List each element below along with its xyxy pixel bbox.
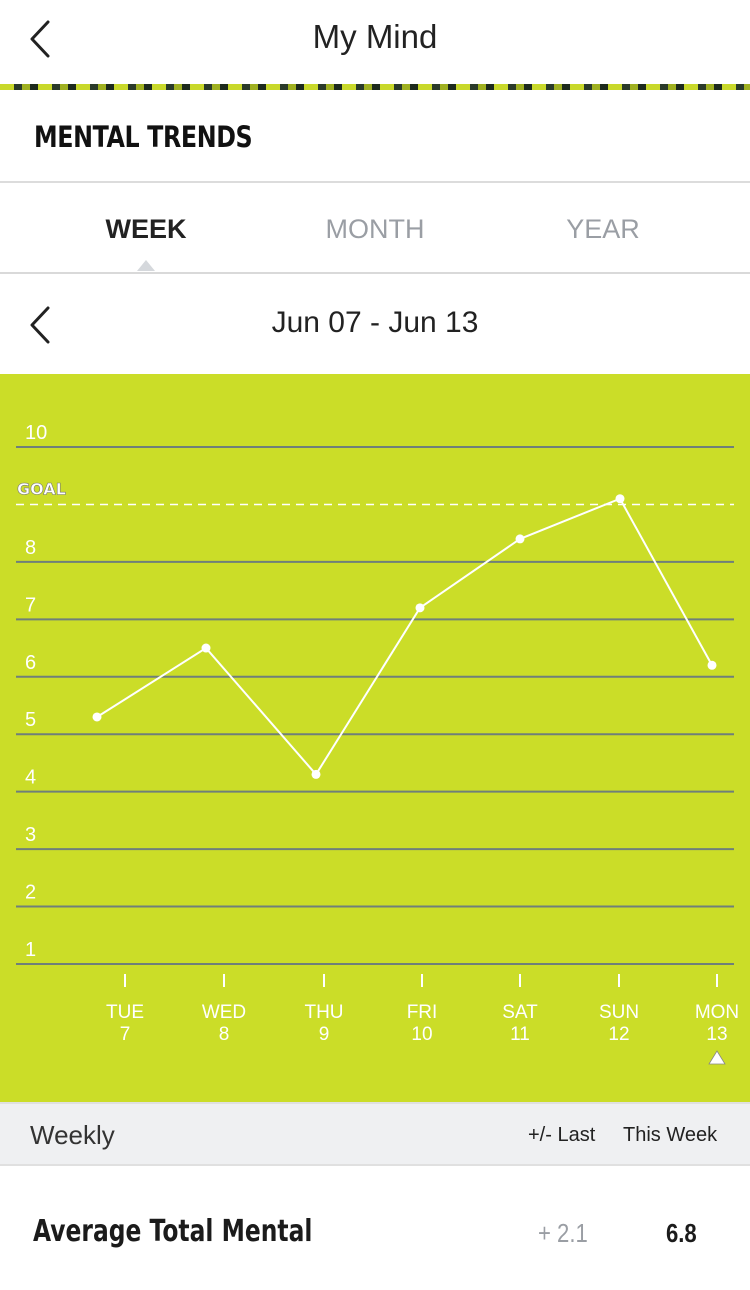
y-tick-label: 4 <box>25 767 36 789</box>
date-range-label: Jun 07 - Jun 13 <box>271 306 479 339</box>
x-tick-label-day[interactable]: MON <box>695 1002 739 1023</box>
mental-trend-chart: 1 2 3 4 5 6 7 8 10 GOAL TUE 7 WED 8 THU 9 FRI 10 SAT 11 SUN 1… <box>0 374 750 1102</box>
x-tick-label-day[interactable]: THU <box>304 1002 343 1023</box>
summary-row: Average Total Mental + 2.1 6.8 <box>0 1166 750 1290</box>
x-tick-label-date: 8 <box>219 1024 230 1045</box>
metric-change: + 2.1 <box>538 1218 588 1248</box>
goal-label: GOAL <box>17 479 66 498</box>
line-chart: 1234567810GOALTUE7WED8THU9FRI10SAT11SUN1… <box>16 422 739 1065</box>
x-tick-label-day[interactable]: WED <box>202 1002 246 1023</box>
x-tick-label-day[interactable]: SAT <box>502 1002 538 1023</box>
tab-month[interactable]: MONTH <box>275 214 475 245</box>
selected-day-marker <box>708 1050 726 1065</box>
summary-header: Weekly +/- Last This Week <box>0 1102 750 1166</box>
data-point[interactable] <box>515 534 525 544</box>
y-tick-label: 1 <box>25 939 36 961</box>
tab-year[interactable]: YEAR <box>503 214 703 245</box>
y-tick-label: 5 <box>25 709 36 731</box>
y-tick-label: 7 <box>25 594 36 616</box>
metric-value: 6.8 <box>666 1218 697 1248</box>
y-tick-label: 6 <box>25 652 36 674</box>
x-tick-label-day[interactable]: FRI <box>407 1002 438 1023</box>
x-tick-label-day[interactable]: SUN <box>599 1002 639 1023</box>
y-tick-label: 3 <box>25 824 36 846</box>
data-point[interactable] <box>311 769 321 779</box>
data-point[interactable] <box>707 660 717 670</box>
selected-tab-indicator <box>137 260 155 271</box>
data-point[interactable] <box>615 494 625 504</box>
section-title: MENTAL TRENDS <box>34 120 253 154</box>
data-point[interactable] <box>201 643 211 653</box>
column-header-this-week: This Week <box>623 1124 718 1146</box>
x-tick-label-date: 9 <box>319 1024 330 1045</box>
data-point[interactable] <box>92 712 102 722</box>
x-tick-label-date: 13 <box>706 1024 727 1045</box>
x-tick-label-day[interactable]: TUE <box>106 1002 144 1023</box>
date-navigator: Jun 07 - Jun 13 <box>0 274 750 374</box>
column-header-change: +/- Last <box>528 1124 596 1146</box>
y-tick-label: 8 <box>25 537 36 559</box>
data-point[interactable] <box>415 603 425 613</box>
nav-bar: My Mind <box>0 0 750 84</box>
x-tick-label-date: 10 <box>411 1024 432 1045</box>
y-tick-label: 10 <box>25 422 47 444</box>
page-title: My Mind <box>312 18 438 55</box>
y-tick-label: 2 <box>25 882 36 904</box>
period-tabs: WEEK MONTH YEAR <box>0 184 750 274</box>
section-header: MENTAL TRENDS <box>0 90 750 183</box>
series-line <box>96 497 713 777</box>
summary-period-label: Weekly <box>30 1120 115 1150</box>
x-tick-label-date: 7 <box>120 1024 131 1045</box>
x-tick-label-date: 12 <box>608 1024 629 1045</box>
x-tick-label-date: 11 <box>510 1024 530 1045</box>
metric-label: Average Total Mental <box>33 1214 313 1249</box>
tab-week[interactable]: WEEK <box>46 214 246 245</box>
